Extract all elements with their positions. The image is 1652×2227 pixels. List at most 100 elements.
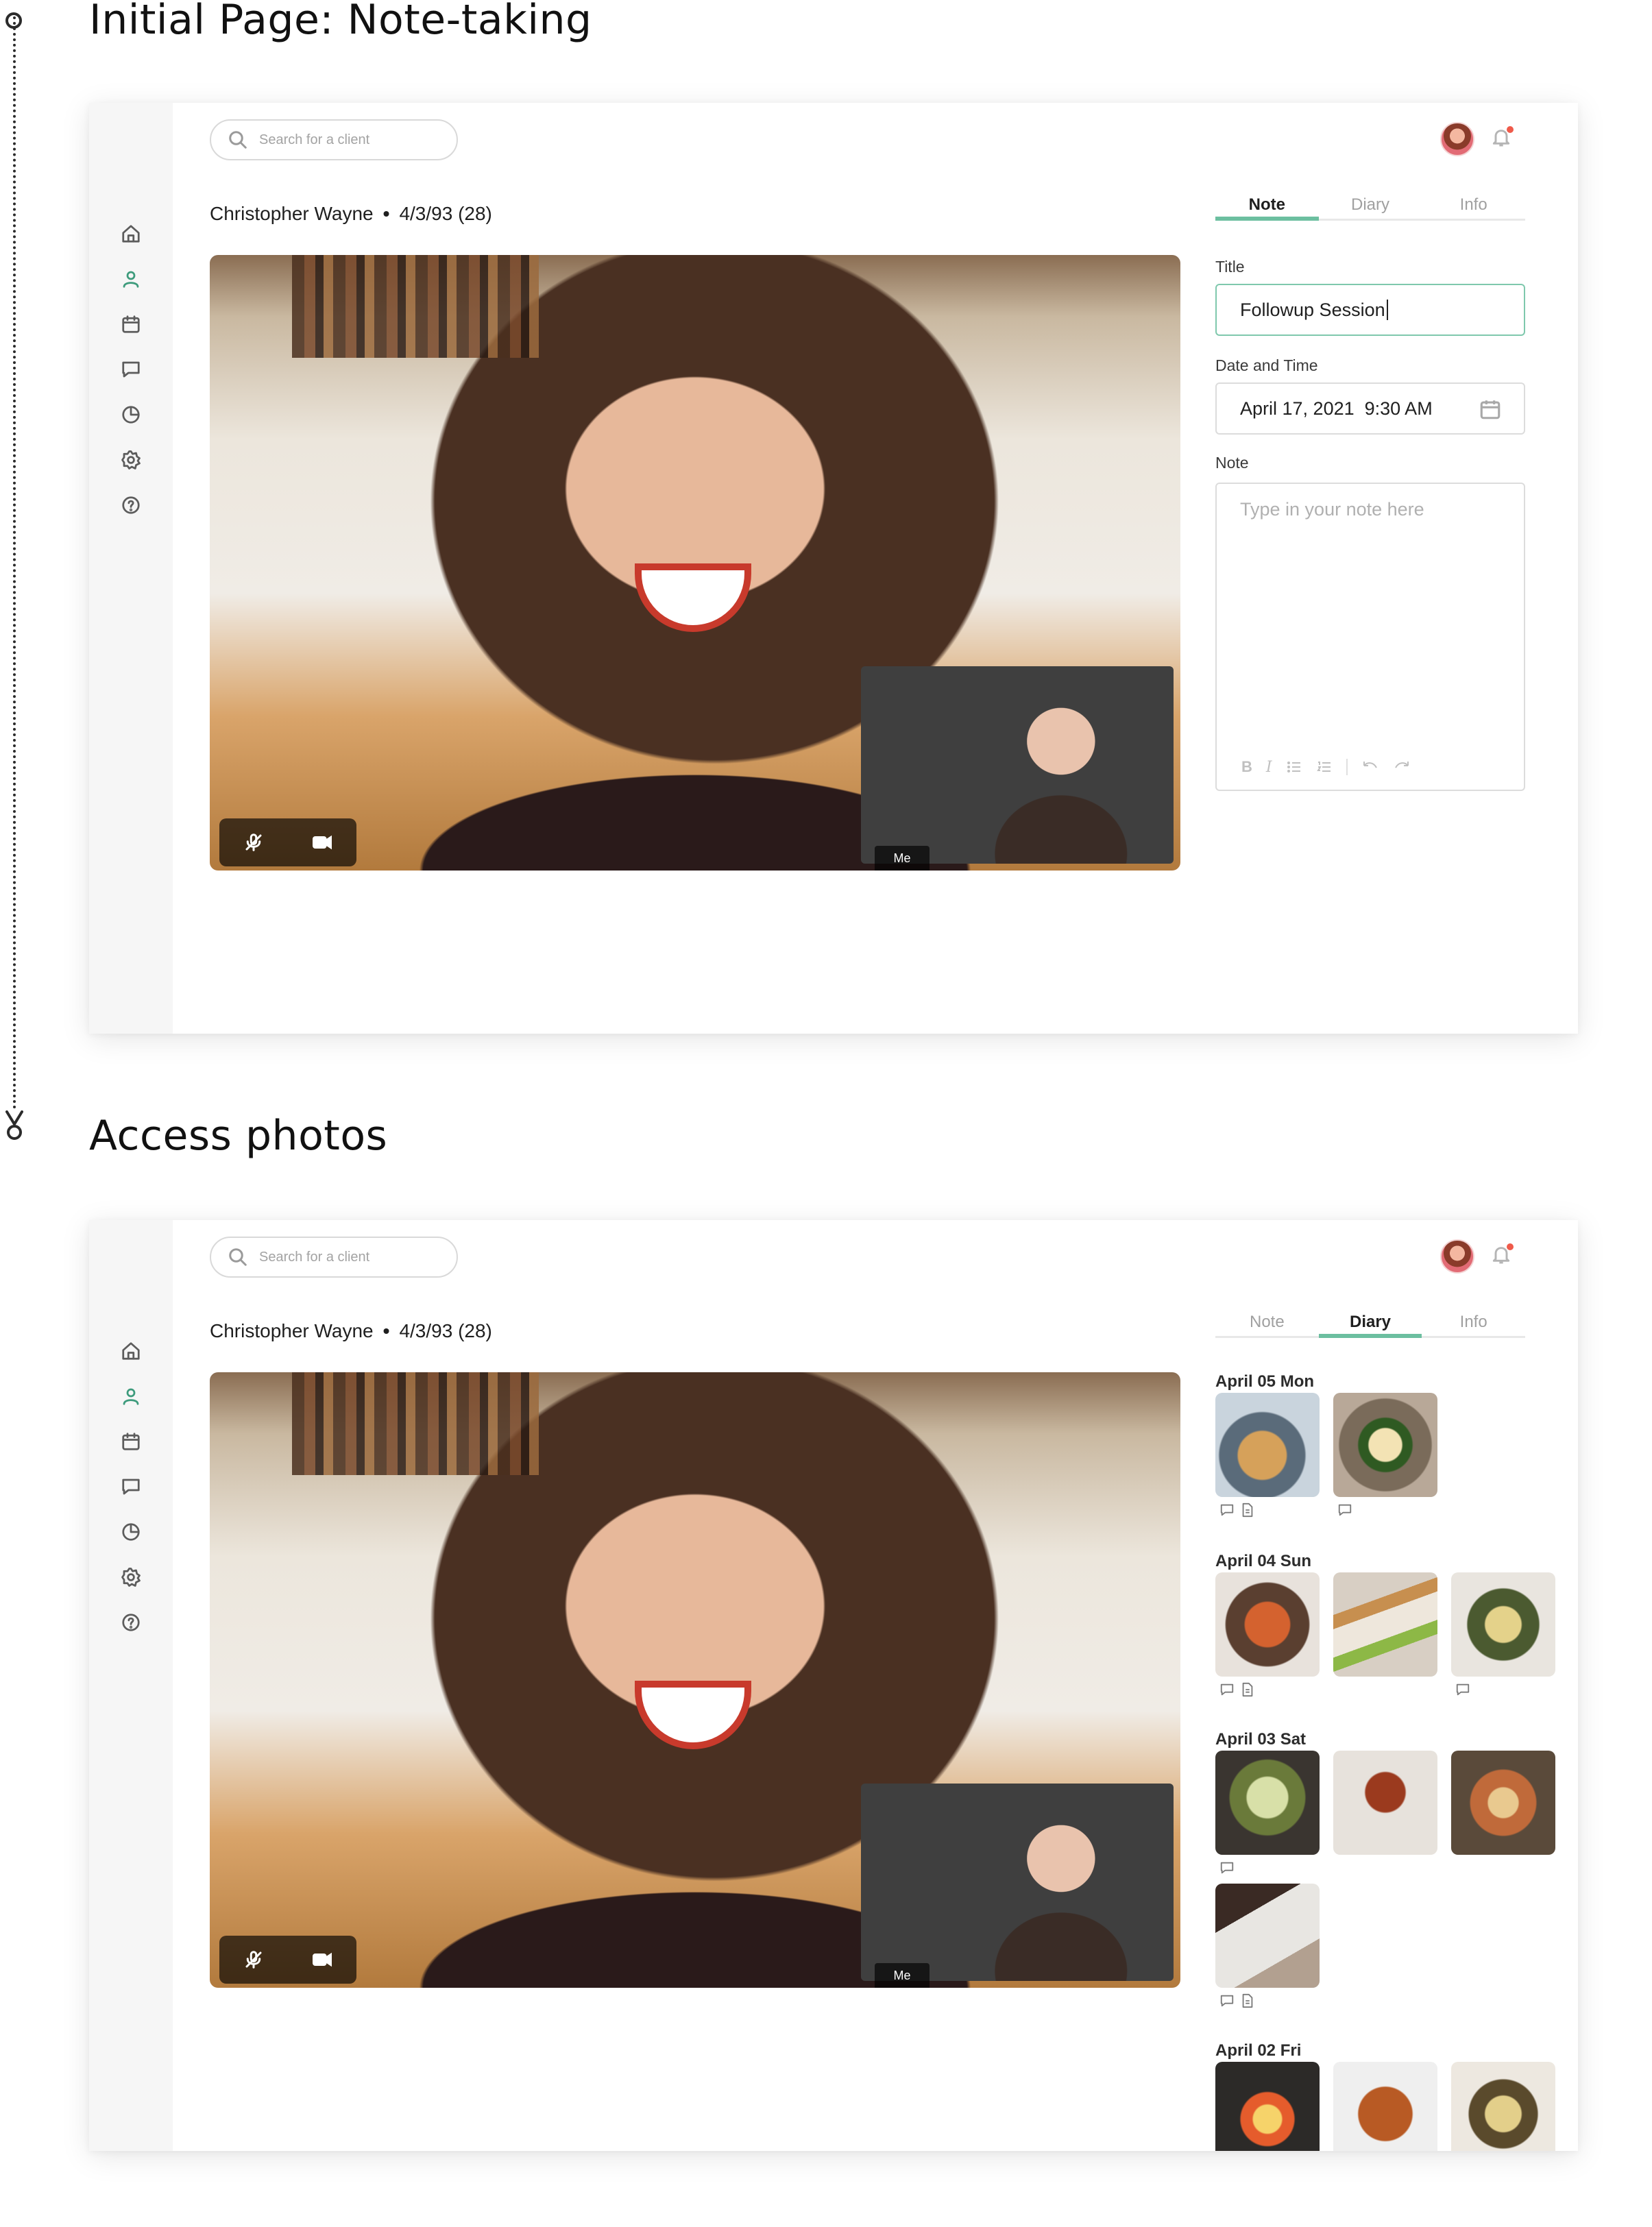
diary-photo[interactable] — [1333, 2062, 1437, 2151]
photo-meta — [1455, 1682, 1470, 1697]
tab-note[interactable]: Note — [1215, 1311, 1319, 1336]
note-textarea[interactable]: Type in your note here B I — [1215, 483, 1525, 791]
redo-icon[interactable] — [1393, 759, 1411, 775]
diary-photo[interactable] — [1333, 1572, 1437, 1677]
video-background — [292, 255, 539, 358]
diary-photo[interactable] — [1333, 1751, 1437, 1855]
italic-button[interactable]: I — [1266, 759, 1272, 776]
comment-icon[interactable] — [1337, 1502, 1352, 1518]
bell-icon[interactable] — [1490, 1243, 1515, 1268]
comment-icon[interactable] — [1219, 1993, 1235, 2008]
diary-photo[interactable] — [1215, 2062, 1320, 2151]
photo-meta — [1337, 1502, 1352, 1518]
photo-meta — [1219, 1860, 1235, 1875]
sidebar — [89, 103, 173, 1034]
chat-icon[interactable] — [119, 1475, 143, 1498]
title-label: Title — [1215, 258, 1245, 276]
panel-tabs: Note Diary Info — [1215, 1311, 1525, 1338]
toolbar-divider — [1346, 759, 1348, 775]
self-view-label: Me — [875, 846, 930, 871]
diary-photo[interactable] — [1215, 1572, 1320, 1677]
flow-connector — [13, 16, 16, 1110]
datetime-value: April 17, 2021 9:30 AM — [1240, 398, 1433, 419]
section-title-note-taking: Initial Page: Note-taking — [89, 0, 592, 44]
calendar-picker-icon[interactable] — [1479, 398, 1502, 421]
self-view-video — [861, 666, 1174, 864]
text-caret — [1386, 300, 1388, 320]
photo-meta — [1219, 1682, 1255, 1697]
avatar[interactable] — [1440, 122, 1474, 156]
calendar-icon[interactable] — [119, 313, 143, 336]
document-icon[interactable] — [1240, 1502, 1255, 1518]
video-call: Me — [210, 255, 1180, 871]
client-header: Christopher Wayne • 4/3/93 (28) — [210, 203, 492, 225]
microphone-off-icon[interactable] — [243, 832, 264, 853]
undo-icon[interactable] — [1361, 759, 1379, 775]
day-title-apr05: April 05 Mon — [1215, 1372, 1315, 1391]
comment-icon[interactable] — [1219, 1682, 1235, 1697]
title-field[interactable]: Followup Session — [1215, 284, 1525, 336]
search-icon — [229, 1248, 247, 1266]
bullet-list-icon[interactable] — [1286, 759, 1302, 775]
search-placeholder: Search for a client — [259, 1249, 370, 1265]
client-dob: 4/3/93 (28) — [399, 203, 492, 224]
call-controls — [219, 818, 356, 866]
bell-icon[interactable] — [1490, 126, 1515, 151]
title-value: Followup Session — [1240, 299, 1385, 320]
flow-end-marker — [5, 1110, 23, 1140]
diary-photo[interactable] — [1333, 1393, 1437, 1497]
camera-icon[interactable] — [312, 1949, 332, 1970]
pie-chart-icon[interactable] — [119, 403, 143, 426]
pie-chart-icon[interactable] — [119, 1520, 143, 1544]
gear-icon[interactable] — [119, 448, 143, 472]
client-header: Christopher Wayne • 4/3/93 (28) — [210, 1320, 492, 1342]
separator: • — [382, 203, 390, 224]
comment-icon[interactable] — [1219, 1860, 1235, 1875]
gear-icon[interactable] — [119, 1566, 143, 1589]
bold-button[interactable]: B — [1241, 758, 1252, 776]
user-icon[interactable] — [119, 1385, 143, 1408]
numbered-list-icon[interactable] — [1316, 759, 1333, 775]
video-client-face — [635, 563, 751, 632]
client-name: Christopher Wayne — [210, 203, 374, 224]
diary-photo[interactable] — [1215, 1751, 1320, 1855]
search-input[interactable]: Search for a client — [210, 1237, 458, 1278]
chat-icon[interactable] — [119, 358, 143, 381]
section-title-access-photos: Access photos — [89, 1112, 388, 1160]
tab-info[interactable]: Info — [1422, 193, 1525, 219]
tab-diary[interactable]: Diary — [1319, 193, 1422, 219]
document-icon[interactable] — [1240, 1993, 1255, 2008]
user-icon[interactable] — [119, 267, 143, 291]
help-icon[interactable] — [119, 494, 143, 517]
tab-diary[interactable]: Diary — [1318, 1311, 1422, 1338]
datetime-label: Date and Time — [1215, 356, 1318, 374]
video-background — [292, 1372, 539, 1475]
tab-info[interactable]: Info — [1422, 1311, 1525, 1336]
diary-photo[interactable] — [1451, 2062, 1555, 2151]
client-name: Christopher Wayne — [210, 1320, 374, 1341]
help-icon[interactable] — [119, 1611, 143, 1634]
note-label: Note — [1215, 454, 1249, 472]
diary-photo[interactable] — [1215, 1884, 1320, 1988]
diary-photo[interactable] — [1215, 1393, 1320, 1497]
comment-icon[interactable] — [1455, 1682, 1470, 1697]
avatar[interactable] — [1440, 1239, 1474, 1274]
home-icon[interactable] — [119, 222, 143, 245]
diary-photo[interactable] — [1451, 1572, 1555, 1677]
camera-icon[interactable] — [312, 832, 332, 853]
tab-note[interactable]: Note — [1215, 193, 1319, 221]
video-client-face — [635, 1681, 751, 1749]
datetime-field[interactable]: April 17, 2021 9:30 AM — [1215, 382, 1525, 435]
microphone-off-icon[interactable] — [243, 1949, 264, 1970]
diary-photo[interactable] — [1451, 1751, 1555, 1855]
comment-icon[interactable] — [1219, 1502, 1235, 1518]
app-window-note: Search for a client Christopher Wayne • 4/… — [89, 103, 1578, 1034]
document-icon[interactable] — [1240, 1682, 1255, 1697]
search-input[interactable]: Search for a client — [210, 119, 458, 160]
home-icon[interactable] — [119, 1339, 143, 1363]
self-view-video — [861, 1784, 1174, 1981]
panel-tabs: Note Diary Info — [1215, 193, 1525, 221]
day-title-apr03: April 03 Sat — [1215, 1730, 1307, 1749]
photo-meta — [1219, 1993, 1255, 2008]
calendar-icon[interactable] — [119, 1430, 143, 1453]
